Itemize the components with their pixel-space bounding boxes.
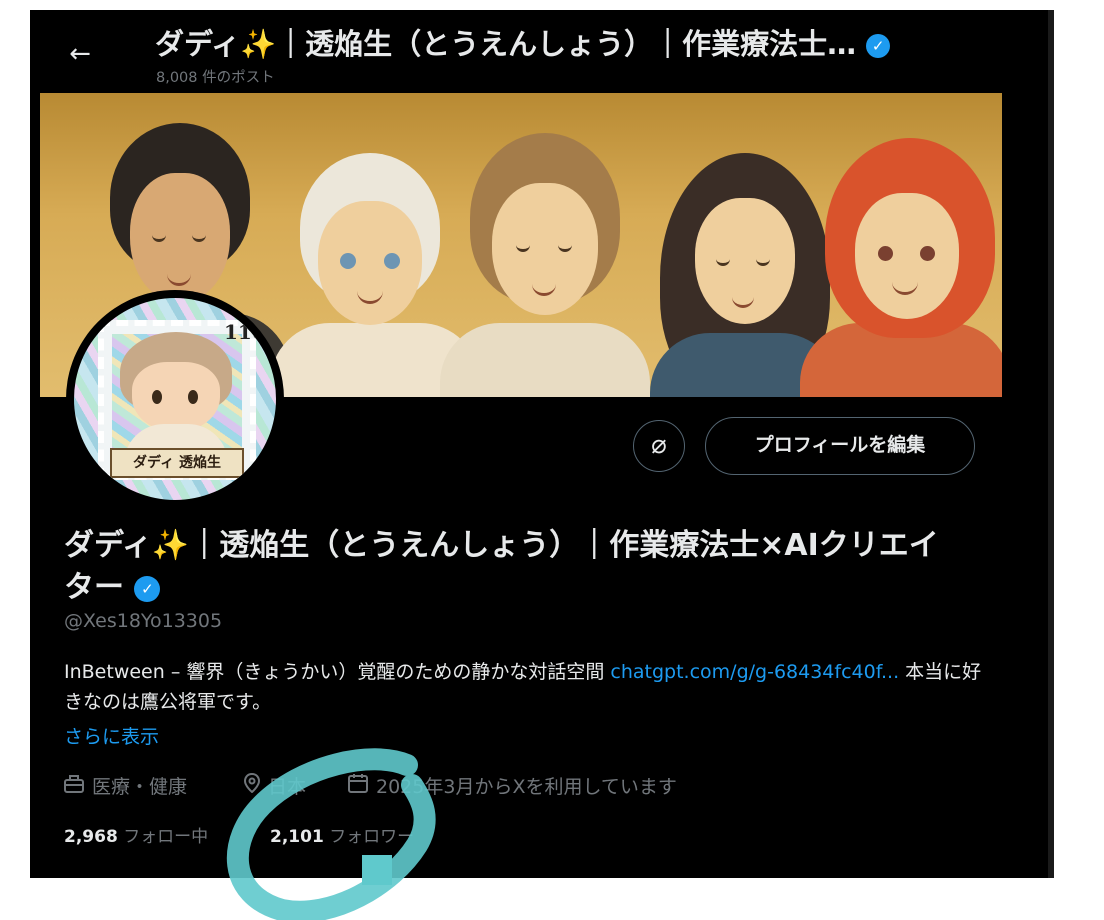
bio-link[interactable]: chatgpt.com/g/g-68434fc40f... bbox=[610, 661, 899, 683]
location-text: 日本 bbox=[268, 776, 307, 798]
avatar-name-tag: ダディ 透焔生 bbox=[110, 448, 244, 478]
profile-bio: InBetween – 響界（きょうかい）覚醒のための静かな対話空間 chatg… bbox=[64, 657, 984, 717]
briefcase-icon bbox=[64, 775, 84, 798]
followers-label: フォロワー bbox=[329, 827, 415, 847]
following-label: フォロー中 bbox=[123, 827, 209, 847]
category-text: 医療・健康 bbox=[92, 776, 188, 798]
bio-text: InBetween – 響界（きょうかい）覚醒のための静かな対話空間 bbox=[64, 661, 611, 683]
profile-name-text: ダディ✨｜透焔生（とうえんしょう）｜作業療法士×AIクリエイター bbox=[64, 528, 939, 605]
calendar-icon bbox=[348, 773, 368, 798]
show-more-link[interactable]: さらに表示 bbox=[64, 722, 159, 749]
following-count: 2,968 bbox=[64, 827, 118, 847]
profile-joined: 2025年3月からXを利用しています bbox=[348, 772, 677, 799]
banner-figure bbox=[440, 133, 650, 397]
back-arrow-icon[interactable]: ← bbox=[60, 34, 100, 74]
followers-link[interactable]: 2,101 フォロワー bbox=[270, 822, 414, 847]
scrollbar[interactable] bbox=[1048, 10, 1054, 878]
followers-count: 2,101 bbox=[270, 827, 324, 847]
header-title: ダディ✨｜透焔生（とうえんしょう）｜作業療法士… ✓ bbox=[155, 24, 985, 64]
profile-location: 日本 bbox=[243, 772, 307, 799]
profile-category: 医療・健康 bbox=[64, 772, 187, 799]
banner-figure bbox=[800, 138, 1002, 397]
post-count: 8,008 件のポスト bbox=[156, 70, 275, 86]
location-pin-icon bbox=[243, 772, 261, 798]
following-link[interactable]: 2,968 フォロー中 bbox=[64, 822, 208, 847]
grok-icon[interactable]: ⌀ bbox=[633, 420, 685, 472]
avatar[interactable]: 110 ダディ 透焔生 bbox=[66, 290, 284, 508]
header-title-text: ダディ✨｜透焔生（とうえんしょう）｜作業療法士… bbox=[155, 27, 857, 61]
joined-text: 2025年3月からXを利用しています bbox=[376, 776, 677, 798]
avatar-number: 110 bbox=[224, 320, 266, 344]
profile-name: ダディ✨｜透焔生（とうえんしょう）｜作業療法士×AIクリエイター ✓ bbox=[64, 525, 964, 609]
avatar-image: 110 ダディ 透焔生 bbox=[74, 298, 276, 500]
profile-handle: @Xes18Yo13305 bbox=[64, 610, 223, 632]
verified-badge-icon: ✓ bbox=[866, 34, 891, 58]
verified-badge-icon: ✓ bbox=[134, 575, 161, 602]
edit-profile-button[interactable]: プロフィールを編集 bbox=[705, 417, 975, 475]
profile-screen: ← ダディ✨｜透焔生（とうえんしょう）｜作業療法士… ✓ 8,008 件のポスト bbox=[30, 10, 1052, 878]
